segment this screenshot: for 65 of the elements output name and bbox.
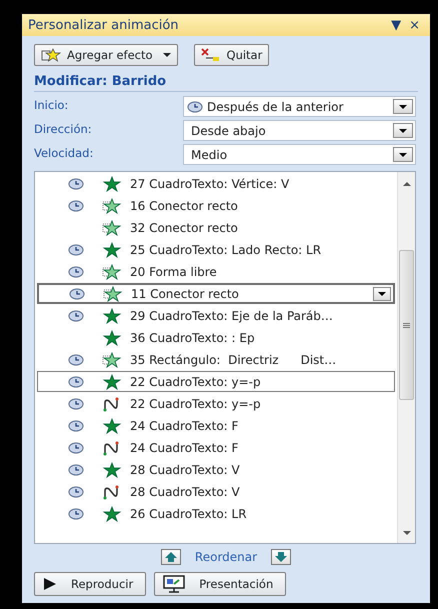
effect-row[interactable]: 22 CuadroTexto: y=-p bbox=[37, 371, 395, 392]
effect-row[interactable]: 27 CuadroTexto: Vértice: V bbox=[37, 173, 395, 194]
effect-row[interactable]: 22 CuadroTexto: y=-p bbox=[37, 393, 395, 414]
effect-label: 36 CuadroTexto: : Ep bbox=[130, 330, 255, 344]
close-button[interactable]: × bbox=[405, 18, 424, 32]
effect-row[interactable]: 28 CuadroTexto: V bbox=[37, 481, 395, 502]
toolbar-button[interactable]: Agregar efecto bbox=[34, 44, 178, 66]
toolbar-button[interactable]: Quitar bbox=[194, 44, 270, 66]
effect-row[interactable]: 36 CuadroTexto: : Ep bbox=[37, 327, 395, 348]
field-label: Dirección: bbox=[34, 121, 93, 138]
star-icon bbox=[41, 48, 61, 62]
play-icon bbox=[43, 578, 57, 590]
effect-label: 32 Conector recto bbox=[130, 220, 238, 234]
effect-label: 20 Forma libre bbox=[130, 264, 217, 278]
effect-row[interactable]: 25 CuadroTexto: Lado Recto: LR bbox=[37, 239, 395, 260]
effect-row[interactable]: 35 Rectángulo: Directriz Dist… bbox=[37, 349, 395, 370]
up-arrow-icon bbox=[164, 552, 177, 562]
scroll-down-icon bbox=[402, 531, 410, 535]
effect-row[interactable]: 29 CuadroTexto: Eje de la Paráb… bbox=[37, 305, 395, 326]
effect-row[interactable]: 16 Conector recto bbox=[37, 195, 395, 216]
caret-icon bbox=[399, 104, 407, 108]
effect-label: 27 CuadroTexto: Vértice: V bbox=[130, 176, 290, 190]
grip-icon bbox=[403, 322, 410, 328]
down-arrow-icon bbox=[275, 552, 288, 562]
effect-row[interactable]: 24 CuadroTexto: F bbox=[37, 415, 395, 436]
effect-label: 24 CuadroTexto: F bbox=[130, 418, 238, 432]
pane-menu-button[interactable]: ▼ bbox=[387, 18, 406, 32]
reorder-label: Reordenar bbox=[194, 550, 258, 564]
effect-label: 24 CuadroTexto: F bbox=[130, 440, 238, 454]
section-heading: Modificar: Barrido bbox=[34, 74, 418, 92]
effect-row[interactable]: 20 Forma libre bbox=[37, 261, 395, 282]
dropdown-field[interactable]: Medio bbox=[183, 144, 416, 165]
effect-label: 28 CuadroTexto: V bbox=[130, 462, 240, 476]
slideshow-icon bbox=[163, 575, 186, 593]
effect-label: 16 Conector recto bbox=[130, 198, 238, 212]
field-label: Velocidad: bbox=[34, 145, 94, 162]
effect-label: 26 CuadroTexto: LR bbox=[130, 506, 247, 520]
caret-icon bbox=[399, 152, 407, 156]
effect-row[interactable]: 32 Conector recto bbox=[37, 217, 395, 238]
effect-row[interactable]: 28 CuadroTexto: V bbox=[37, 459, 395, 480]
move-down-button[interactable] bbox=[271, 549, 292, 565]
effect-label: 29 CuadroTexto: Eje de la Paráb… bbox=[130, 308, 333, 322]
effect-row[interactable]: 26 CuadroTexto: LR bbox=[37, 503, 395, 524]
effect-label: 22 CuadroTexto: y=-p bbox=[130, 396, 261, 410]
field-label: Inicio: bbox=[34, 97, 70, 114]
slideshow-button[interactable]: Presentación bbox=[154, 572, 286, 596]
effect-label: 28 CuadroTexto: V bbox=[130, 484, 240, 498]
effect-label: 22 CuadroTexto: y=-p bbox=[130, 374, 261, 388]
effect-row[interactable]: 24 CuadroTexto: F bbox=[37, 437, 395, 458]
remove-icon bbox=[200, 48, 221, 62]
scroll-up-icon bbox=[402, 182, 410, 186]
effect-label: 25 CuadroTexto: Lado Recto: LR bbox=[130, 242, 322, 256]
dropdown-field[interactable]: Desde abajo bbox=[183, 120, 416, 141]
scroll-bar[interactable] bbox=[397, 172, 415, 543]
effect-label: 35 Rectángulo: Directriz bbox=[130, 352, 279, 366]
caret-icon bbox=[399, 128, 407, 132]
dropdown-field[interactable]: Después de la anterior bbox=[183, 96, 416, 117]
pane-title: Personalizar animación bbox=[28, 18, 180, 32]
caret-icon bbox=[378, 292, 386, 296]
dropdown-button[interactable] bbox=[373, 286, 391, 300]
effect-label: 11 Conector recto bbox=[131, 286, 239, 300]
move-up-button[interactable] bbox=[160, 549, 181, 565]
play-button[interactable]: Reproducir bbox=[34, 572, 146, 596]
effect-row[interactable]: 11 Conector recto bbox=[37, 283, 395, 304]
effect-label: Dist… bbox=[300, 352, 336, 366]
